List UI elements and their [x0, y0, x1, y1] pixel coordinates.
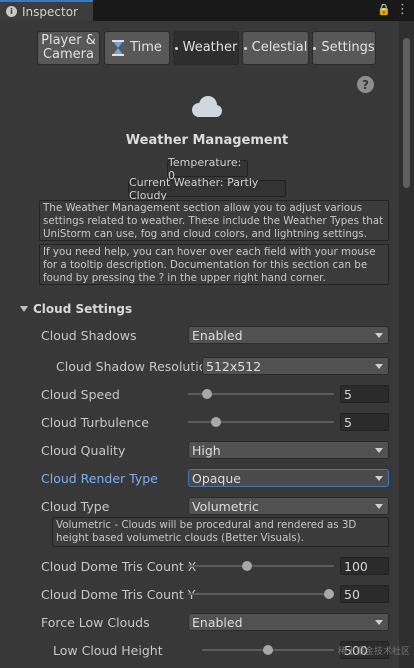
chevron-down-icon [375, 448, 383, 453]
cloud-quality-label: Cloud Quality [41, 443, 126, 458]
cloud-dome-tris-y-field[interactable]: 50 [340, 585, 389, 603]
cloud-type-note: Volumetric - Clouds will be procedural a… [52, 517, 389, 547]
force-low-clouds-label: Force Low Clouds [41, 615, 150, 630]
kebab-menu-icon[interactable]: ⋮ [396, 2, 409, 17]
cloud-shadows-dropdown[interactable]: Enabled [188, 326, 389, 344]
help-button[interactable]: ? [357, 76, 374, 93]
cloud-speed-label: Cloud Speed [41, 387, 120, 402]
cloud-shadows-label: Cloud Shadows [41, 328, 137, 343]
slider-knob[interactable] [263, 645, 273, 655]
dot-icon [313, 46, 317, 50]
slider-knob[interactable] [211, 417, 221, 427]
tab-settings-label: Settings [321, 40, 375, 55]
low-cloud-height-slider[interactable] [202, 641, 334, 659]
scrollbar-thumb[interactable] [403, 38, 410, 188]
cloud-type-dropdown[interactable]: Volumetric [188, 497, 389, 515]
cloud-dome-tris-x-field[interactable]: 100 [340, 557, 389, 575]
tab-time-label: Time [130, 40, 162, 55]
slider-rail [188, 565, 334, 567]
cloud-settings-foldout[interactable]: Cloud Settings [20, 302, 132, 316]
slider-rail [188, 421, 334, 423]
tab-settings[interactable]: Settings [312, 31, 376, 65]
cloud-quality-dropdown[interactable]: High [188, 441, 389, 459]
tab-weather-label: Weather [182, 40, 238, 55]
slider-knob[interactable] [242, 561, 252, 571]
lock-icon[interactable]: 🔒 [377, 3, 391, 16]
cloud-render-type-label: Cloud Render Type [41, 471, 158, 486]
cloud-shadow-resolution-dropdown[interactable]: 512x512 [202, 357, 389, 375]
chevron-down-icon [375, 333, 383, 338]
tab-celestial[interactable]: Celestial [242, 31, 309, 65]
cloud-shadow-resolution-label: Cloud Shadow Resolution [56, 359, 215, 374]
chevron-down-icon [375, 364, 383, 369]
cloud-type-value: Volumetric [192, 498, 259, 514]
slider-knob[interactable] [202, 389, 212, 399]
cloud-type-label: Cloud Type [41, 499, 110, 514]
chevron-down-icon [375, 504, 383, 509]
force-low-clouds-value: Enabled [192, 614, 243, 630]
temperature-readout: Temperature: 0 [167, 156, 248, 182]
chevron-down-icon [375, 476, 383, 481]
help-info-box: If you need help, you can hover over eac… [39, 244, 389, 285]
cloud-dome-tris-y-slider[interactable] [188, 585, 334, 603]
cloud-render-type-value: Opaque [192, 470, 241, 486]
title-bar: i Inspector 🔒 ⋮ [0, 0, 414, 21]
force-low-clouds-dropdown[interactable]: Enabled [188, 613, 389, 631]
cloud-render-type-dropdown[interactable]: Opaque [188, 469, 389, 487]
inspector-tab[interactable]: i Inspector [0, 0, 93, 21]
cloud-dome-tris-y-label: Cloud Dome Tris Count Y [41, 587, 196, 602]
low-cloud-height-label: Low Cloud Height [53, 643, 163, 658]
cloud-icon [192, 96, 222, 117]
cloud-settings-title: Cloud Settings [33, 302, 133, 316]
cloud-dome-tris-x-slider[interactable] [188, 557, 334, 575]
foldout-arrow-icon [20, 306, 28, 312]
slider-rail [188, 593, 334, 595]
description-box: The Weather Management section allow you… [39, 200, 389, 241]
tab-time[interactable]: Time [104, 31, 170, 65]
section-title: Weather Management [125, 133, 289, 148]
cloud-shadow-resolution-value: 512x512 [206, 358, 262, 374]
tab-celestial-label: Celestial [251, 40, 308, 55]
tab-weather[interactable]: Weather [173, 31, 239, 65]
current-weather-readout: Current Weather: Partly Cloudy [128, 176, 286, 202]
cloud-shadows-value: Enabled [192, 327, 243, 343]
cloud-turbulence-slider[interactable] [188, 413, 334, 431]
slider-knob[interactable] [324, 589, 334, 599]
cloud-quality-value: High [192, 442, 221, 458]
tab-player-camera-label: Player & Camera [41, 33, 96, 62]
cloud-speed-slider[interactable] [188, 385, 334, 403]
info-icon: i [6, 6, 17, 17]
chevron-down-icon [375, 620, 383, 625]
cloud-turbulence-field[interactable]: 5 [340, 413, 389, 431]
dot-icon [243, 46, 247, 50]
watermark: 稀土掘金技术社区 [338, 647, 411, 657]
inspector-tab-label: Inspector [22, 4, 78, 19]
tab-player-camera[interactable]: Player & Camera [37, 31, 100, 65]
cloud-turbulence-label: Cloud Turbulence [41, 415, 149, 430]
dot-icon [174, 46, 178, 50]
cloud-dome-tris-x-label: Cloud Dome Tris Count X [41, 559, 197, 574]
hourglass-icon [112, 40, 125, 56]
cloud-speed-field[interactable]: 5 [340, 385, 389, 403]
